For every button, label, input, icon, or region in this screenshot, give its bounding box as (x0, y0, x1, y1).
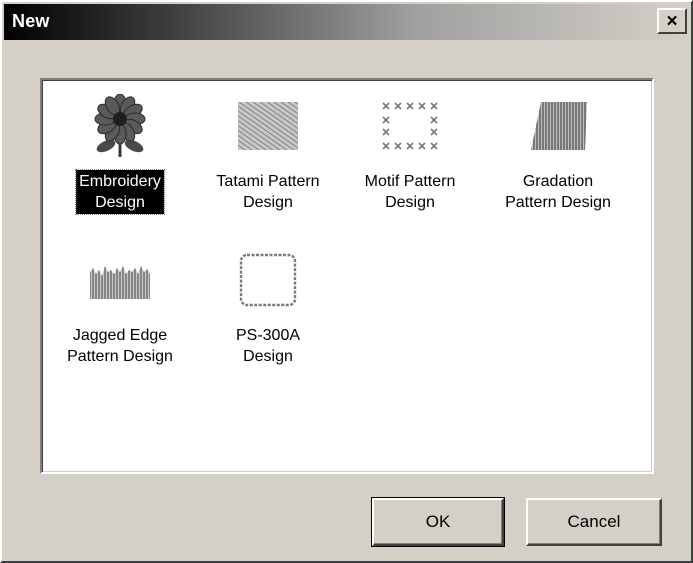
title-bar[interactable]: New × (4, 4, 689, 40)
tatami-pattern-icon (236, 94, 300, 158)
close-button[interactable]: × (657, 8, 687, 34)
cancel-button[interactable]: Cancel (526, 498, 662, 546)
ps300a-frame-icon (236, 248, 300, 312)
template-label: Embroidery Design (75, 169, 165, 215)
flower-icon (88, 94, 152, 158)
template-list[interactable]: Embroidery Design Tatami Pattern Design … (40, 78, 654, 474)
jagged-edge-icon (88, 248, 152, 312)
motif-pattern-icon (378, 94, 442, 158)
gradation-pattern-icon (526, 94, 590, 158)
template-label: Motif Pattern Design (364, 173, 456, 211)
window-title: New (12, 11, 50, 31)
template-label: PS-300A Design (235, 327, 301, 365)
close-icon: × (666, 10, 678, 32)
ok-button[interactable]: OK (371, 497, 505, 547)
template-label: Gradation Pattern Design (505, 173, 611, 211)
template-label: Tatami Pattern Design (216, 173, 320, 211)
new-dialog: New × Embroidery Design Tatami Pattern D… (0, 0, 693, 563)
template-label: Jagged Edge Pattern Design (67, 327, 173, 365)
